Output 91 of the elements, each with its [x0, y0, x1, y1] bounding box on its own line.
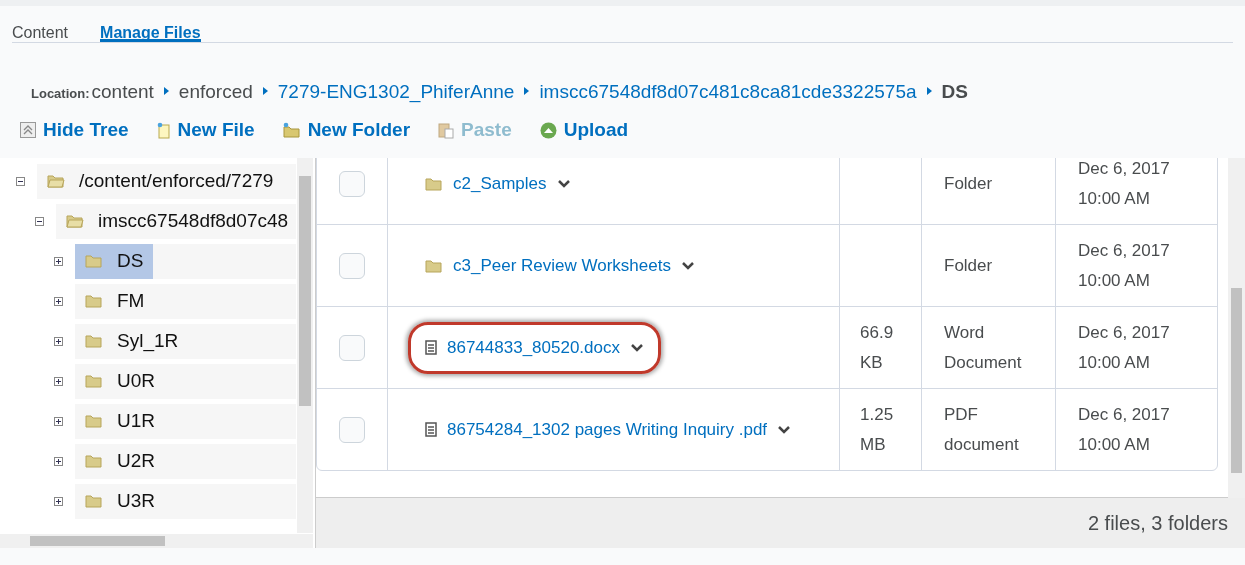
vertical-scrollbar[interactable]: [1228, 158, 1245, 498]
folder-icon: [85, 294, 103, 308]
folder-link[interactable]: c3_Peer Review Worksheets: [453, 250, 671, 281]
row-checkbox[interactable]: [339, 253, 365, 279]
breadcrumb-item: content: [91, 81, 154, 103]
double-up-arrow-icon: [20, 122, 36, 138]
tree-item[interactable]: U3R: [75, 483, 296, 519]
tree-item-label[interactable]: /content/enforced/7279: [79, 170, 274, 192]
folder-icon: [85, 334, 103, 348]
new-folder-icon: [282, 122, 301, 138]
folder-icon: [85, 494, 103, 508]
expand-icon[interactable]: [54, 376, 63, 386]
breadcrumb-separator-icon: [524, 87, 530, 95]
toolbar-button[interactable]: New File: [156, 119, 255, 141]
expand-icon[interactable]: [54, 456, 63, 466]
tab[interactable]: Content: [12, 24, 69, 42]
file-type: Word Document: [944, 321, 1023, 374]
chevron-down-icon[interactable]: [630, 342, 644, 353]
chevron-down-icon[interactable]: [680, 260, 695, 271]
file-type: PDF document: [944, 403, 1020, 456]
toolbar-button[interactable]: New Folder: [282, 119, 411, 141]
collapse-icon[interactable]: [16, 176, 25, 186]
expand-icon[interactable]: [54, 496, 63, 506]
chevron-down-icon[interactable]: [556, 178, 571, 189]
modified-date: Dec 6, 2017: [1078, 403, 1170, 426]
file-link[interactable]: 86744833_80520.docx: [447, 332, 620, 363]
breadcrumb-link[interactable]: imscc67548df8d07c481c8ca81cde3322575a: [539, 81, 917, 103]
tree-item-label[interactable]: FM: [117, 290, 145, 312]
tree-item[interactable]: U2R: [75, 443, 296, 479]
folder-icon: [47, 174, 65, 188]
row-checkbox[interactable]: [339, 417, 365, 443]
file-link[interactable]: 86754284_1302 pages Writing Inquiry .pdf: [447, 414, 768, 445]
breadcrumb-separator-icon: [262, 87, 268, 95]
modified-time: 10:00 AM: [1078, 269, 1150, 292]
tree-item-label[interactable]: U2R: [117, 450, 155, 472]
item-count: 2 files, 3 folders: [1087, 511, 1228, 535]
breadcrumb-link[interactable]: 7279-ENG1302_PhiferAnne: [277, 81, 515, 103]
tab[interactable]: Manage Files: [100, 24, 201, 42]
tree-item[interactable]: DS: [75, 243, 296, 279]
modified-time: 10:00 AM: [1078, 433, 1150, 456]
modified-date: Dec 6, 2017: [1078, 321, 1170, 344]
breadcrumb-item: DS: [941, 81, 968, 103]
folder-icon: [425, 176, 443, 191]
expand-icon[interactable]: [54, 416, 63, 426]
location-label: Location:: [31, 86, 90, 101]
tree-item-label[interactable]: imscc67548df8d07c48: [98, 210, 289, 232]
tree-item[interactable]: FM: [75, 283, 296, 319]
folder-icon: [66, 214, 84, 228]
tree-item-label[interactable]: U1R: [117, 410, 155, 432]
chevron-down-icon[interactable]: [777, 424, 792, 435]
toolbar-button[interactable]: Hide Tree: [20, 119, 129, 141]
vertical-scrollbar[interactable]: [297, 158, 313, 533]
breadcrumb-item: enforced: [178, 81, 253, 103]
file-size: 66.9 KB: [860, 321, 895, 374]
collapse-icon[interactable]: [35, 216, 44, 226]
modified-time: 10:00 AM: [1078, 187, 1150, 210]
horizontal-scrollbar[interactable]: [0, 534, 313, 548]
file-type: Folder: [944, 172, 993, 195]
folder-icon: [85, 254, 103, 268]
modified-date: Dec 6, 2017: [1078, 239, 1170, 262]
expand-icon[interactable]: [54, 256, 63, 266]
tree-item[interactable]: /content/enforced/7279: [37, 163, 296, 199]
breadcrumb-separator-icon: [926, 87, 932, 95]
expand-icon[interactable]: [54, 336, 63, 346]
tree-item-label[interactable]: Syl_1R: [117, 330, 179, 352]
row-checkbox[interactable]: [339, 335, 365, 361]
breadcrumb-separator-icon: [163, 87, 169, 95]
folder-icon: [85, 374, 103, 388]
tree-item-label[interactable]: U3R: [117, 490, 155, 512]
tree-item-label[interactable]: DS: [75, 243, 154, 279]
document-icon: [425, 422, 437, 437]
new-file-icon: [156, 121, 171, 139]
folder-icon: [425, 258, 443, 273]
row-checkbox[interactable]: [339, 171, 365, 197]
file-size: 1.25 MB: [860, 403, 895, 456]
expand-icon[interactable]: [54, 296, 63, 306]
modified-date: Dec 6, 2017: [1078, 158, 1170, 180]
modified-time: 10:00 AM: [1078, 351, 1150, 374]
clipboard-icon: [438, 121, 455, 139]
tree-item[interactable]: U0R: [75, 363, 296, 399]
tree-item-label[interactable]: U0R: [117, 370, 155, 392]
document-icon: [425, 340, 437, 355]
tree-item[interactable]: U1R: [75, 403, 296, 439]
folder-icon: [85, 414, 103, 428]
upload-icon: [539, 121, 557, 139]
tree-item[interactable]: Syl_1R: [75, 323, 296, 359]
folder-link[interactable]: c2_Samples: [453, 168, 547, 199]
folder-icon: [85, 454, 103, 468]
tree-item[interactable]: imscc67548df8d07c48: [56, 203, 296, 239]
toolbar-button[interactable]: Upload: [539, 119, 629, 141]
file-type: Folder: [944, 254, 993, 277]
